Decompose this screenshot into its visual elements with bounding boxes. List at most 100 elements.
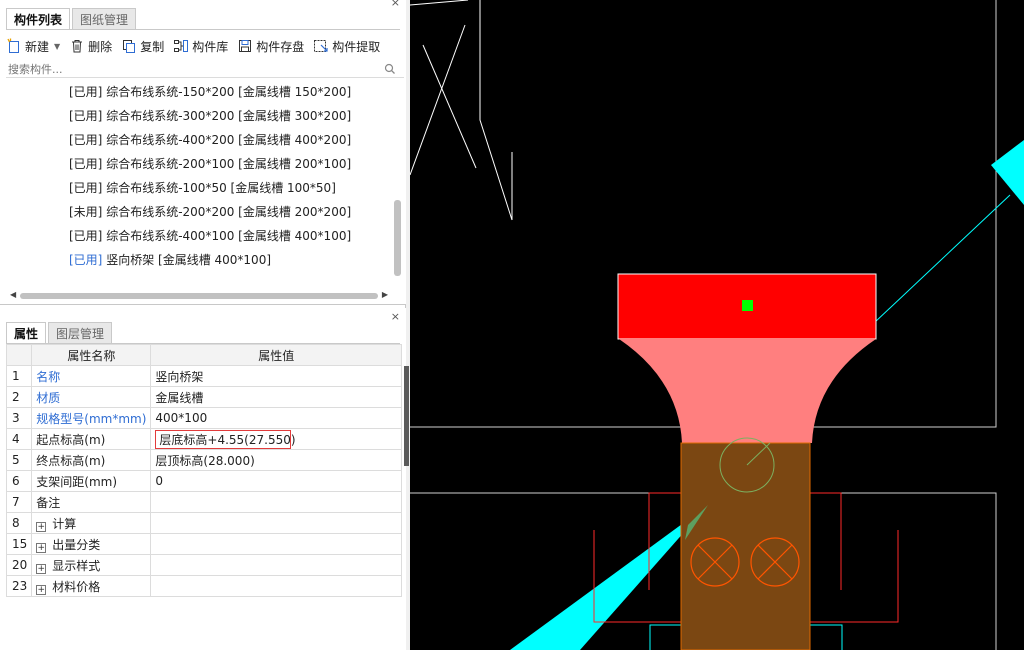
horizontal-scrollbar[interactable]: ◀ ▶	[6, 290, 390, 302]
table-row-group[interactable]: 15 + 出量分类	[5, 533, 402, 555]
list-item-selected[interactable]: [已用] 竖向桥架 [金属线槽 400*100]	[6, 248, 394, 272]
list-item-status: [已用]	[69, 157, 103, 171]
property-value	[150, 533, 402, 555]
toolbar: 新建 ▼ 删除 复制 构件库 构件存盘 构件提取	[6, 34, 389, 58]
horizontal-scroll-thumb[interactable]	[20, 293, 378, 299]
list-item-status: [已用]	[69, 181, 103, 195]
list-item-status: [已用]	[69, 133, 103, 147]
expand-icon[interactable]: +	[36, 563, 47, 574]
expand-icon[interactable]: +	[36, 521, 47, 532]
new-button[interactable]: 新建 ▼	[6, 38, 60, 55]
group-label: 材料价格	[52, 579, 101, 594]
property-value[interactable]	[150, 491, 402, 513]
table-row[interactable]: 4 起点标高(m) 层底标高+4.55(27.550)	[5, 428, 402, 450]
row-number: 4	[5, 428, 33, 450]
white-line	[479, 0, 513, 221]
property-value-start-elevation[interactable]: 层底标高+4.55(27.550)	[150, 428, 402, 450]
close-icon[interactable]: ×	[391, 0, 400, 9]
tab-properties[interactable]: 属性	[6, 322, 47, 344]
group-label: 显示样式	[52, 558, 101, 573]
row-number: 5	[5, 449, 33, 471]
list-item-status: [已用]	[69, 85, 103, 99]
copy-button[interactable]: 复制	[121, 38, 164, 55]
expand-icon[interactable]: +	[36, 542, 47, 553]
list-item-label: 综合布线系统-200*100 [金属线槽 200*100]	[106, 157, 352, 171]
list-item[interactable]: [未用] 综合布线系统-200*200 [金属线槽 200*200]	[6, 200, 394, 224]
list-item-label: 竖向桥架 [金属线槽 400*100]	[106, 253, 272, 267]
property-group-name[interactable]: + 计算	[31, 512, 152, 534]
new-label: 新建	[25, 39, 50, 54]
chevron-down-icon[interactable]: ▼	[54, 42, 60, 51]
table-row-group[interactable]: 23 + 材料价格	[5, 575, 402, 597]
component-tabs: 构件列表 图纸管理	[6, 8, 138, 30]
property-name: 名称	[31, 365, 152, 387]
white-line	[422, 44, 477, 169]
close-icon[interactable]: ×	[391, 310, 400, 323]
drawing-svg[interactable]	[410, 0, 1024, 650]
copy-icon	[123, 40, 136, 53]
list-item[interactable]: [已用] 综合布线系统-400*200 [金属线槽 400*200]	[6, 128, 394, 152]
property-group-name[interactable]: + 材料价格	[31, 575, 152, 597]
row-number: 6	[5, 470, 33, 492]
scroll-right-icon[interactable]: ▶	[382, 290, 388, 299]
properties-panel: × 属性 图层管理 属性名称 属性值 1 名称 竖向桥架 2 材质 金属线槽 3…	[0, 308, 406, 650]
delete-button[interactable]: 删除	[69, 38, 112, 55]
table-row[interactable]: 5 终点标高(m) 层顶标高(28.000)	[5, 449, 402, 471]
table-row[interactable]: 7 备注	[5, 491, 402, 513]
component-list: [已用] 综合布线系统-150*200 [金属线槽 150*200] [已用] …	[6, 80, 394, 284]
list-item-label: 综合布线系统-300*200 [金属线槽 300*200]	[106, 109, 352, 123]
cyan-wedge	[510, 505, 708, 650]
property-value	[150, 512, 402, 534]
vertical-scrollbar[interactable]	[394, 200, 401, 276]
search-input[interactable]	[6, 60, 376, 78]
search-icon[interactable]	[384, 63, 396, 75]
scroll-left-icon[interactable]: ◀	[10, 290, 16, 299]
table-row[interactable]: 2 材质 金属线槽	[5, 386, 402, 408]
row-number: 1	[5, 365, 33, 387]
component-save-button[interactable]: 构件存盘	[237, 38, 304, 55]
row-number: 23	[5, 575, 33, 597]
component-extract-button[interactable]: 构件提取	[313, 38, 380, 55]
property-value	[150, 575, 402, 597]
property-value	[150, 554, 402, 576]
property-value[interactable]: 金属线槽	[150, 386, 402, 408]
drawing-canvas[interactable]	[410, 0, 1024, 650]
table-row[interactable]: 6 支架间距(mm) 0	[5, 470, 402, 492]
property-name: 规格型号(mm*mm)	[31, 407, 152, 429]
library-label: 构件库	[192, 39, 229, 54]
property-group-name[interactable]: + 出量分类	[31, 533, 152, 555]
expand-icon[interactable]: +	[36, 584, 47, 595]
tab-drawing-management[interactable]: 图纸管理	[72, 8, 137, 30]
list-item[interactable]: [已用] 综合布线系统-200*100 [金属线槽 200*100]	[6, 152, 394, 176]
list-item-status: [未用]	[69, 205, 103, 219]
list-item[interactable]: [已用] 综合布线系统-100*50 [金属线槽 100*50]	[6, 176, 394, 200]
extract-label: 构件提取	[332, 39, 381, 54]
tab-component-list[interactable]: 构件列表	[6, 8, 71, 30]
white-line	[410, 0, 469, 6]
table-row[interactable]: 3 规格型号(mm*mm) 400*100	[5, 407, 402, 429]
property-value[interactable]: 400*100	[150, 407, 402, 429]
table-row-group[interactable]: 8 + 计算	[5, 512, 402, 534]
panel-splitter-handle[interactable]	[404, 366, 409, 466]
list-item-status: [已用]	[69, 253, 103, 267]
property-name: 终点标高(m)	[31, 449, 152, 471]
tab-layer-management[interactable]: 图层管理	[48, 322, 113, 344]
white-line	[410, 24, 466, 176]
save-icon	[239, 40, 252, 52]
list-item[interactable]: [已用] 综合布线系统-150*200 [金属线槽 150*200]	[6, 80, 394, 104]
property-value[interactable]: 0	[150, 470, 402, 492]
component-library-button[interactable]: 构件库	[173, 38, 228, 55]
delete-icon	[72, 40, 83, 53]
property-value[interactable]: 竖向桥架	[150, 365, 402, 387]
table-row[interactable]: 1 名称 竖向桥架	[5, 365, 402, 387]
list-item[interactable]: [已用] 综合布线系统-400*100 [金属线槽 400*100]	[6, 224, 394, 248]
property-value[interactable]: 层顶标高(28.000)	[150, 449, 402, 471]
property-group-name[interactable]: + 显示样式	[31, 554, 152, 576]
copy-label: 复制	[140, 39, 165, 54]
list-item-label: 综合布线系统-200*200 [金属线槽 200*200]	[106, 205, 352, 219]
table-row-group[interactable]: 20 + 显示样式	[5, 554, 402, 576]
property-name: 材质	[31, 386, 152, 408]
highlighted-value-box[interactable]: 层底标高+4.55(27.550)	[155, 429, 296, 449]
list-item[interactable]: [已用] 综合布线系统-300*200 [金属线槽 300*200]	[6, 104, 394, 128]
selection-marker[interactable]	[742, 300, 753, 311]
